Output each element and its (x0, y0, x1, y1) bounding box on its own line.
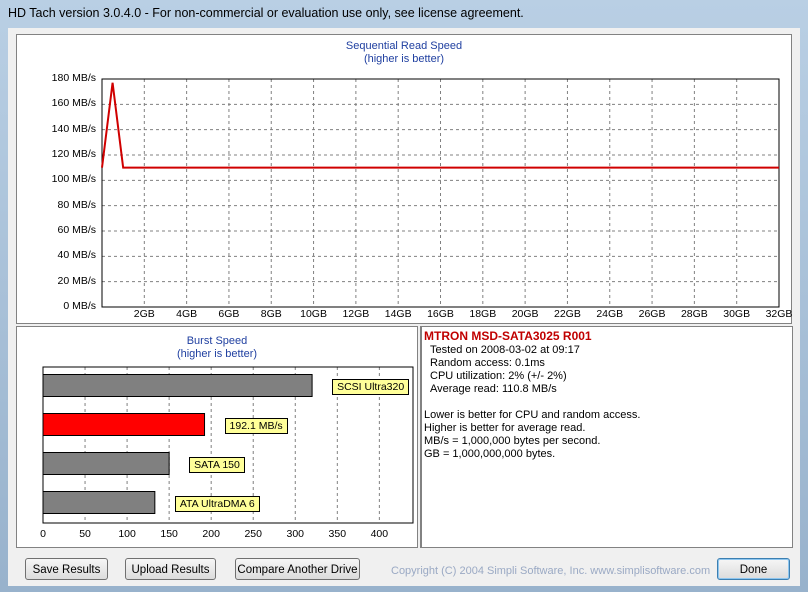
app-window: HD Tach version 3.0.4.0 - For non-commer… (0, 0, 808, 592)
random-access: Random access: 0.1ms (430, 357, 545, 369)
burst-x-tick: 350 (328, 528, 347, 540)
burst-x-tick: 150 (160, 528, 178, 540)
title-bar[interactable]: HD Tach version 3.0.4.0 - For non-commer… (0, 0, 808, 28)
burst-x-tick: 300 (286, 528, 305, 540)
average-read: Average read: 110.8 MB/s (430, 383, 557, 395)
burst-chart (42, 366, 414, 524)
compare-another-drive-button[interactable]: Compare Another Drive (235, 558, 360, 580)
done-button[interactable]: Done (717, 558, 790, 580)
burst-x-tick: 200 (202, 528, 220, 540)
copyright-text: Copyright (C) 2004 Simpli Software, Inc.… (391, 565, 711, 577)
burst-bar-label: 192.1 MB/s (224, 417, 288, 434)
burst-bar (42, 374, 313, 397)
sequential-read-panel: Sequential Read Speed (higher is better)… (16, 34, 792, 324)
save-results-button[interactable]: Save Results (25, 558, 108, 580)
burst-bar (42, 491, 156, 514)
burst-bar-label: SCSI Ultra320 (332, 378, 410, 395)
note-lower-better: Lower is better for CPU and random acces… (424, 409, 641, 421)
drive-name: MTRON MSD-SATA3025 R001 (424, 329, 592, 343)
burst-speed-panel: Burst Speed (higher is better) SCSI Ultr… (16, 326, 418, 548)
burst-x-tick: 100 (118, 528, 136, 540)
burst-bar (42, 413, 206, 436)
window-title: HD Tach version 3.0.4.0 - For non-commer… (8, 6, 524, 20)
tested-date: Tested on 2008-03-02 at 09:17 (430, 344, 580, 356)
results-info-panel: MTRON MSD-SATA3025 R001 Tested on 2008-0… (420, 326, 793, 548)
burst-x-tick: 50 (79, 528, 91, 540)
cpu-utilization: CPU utilization: 2% (+/- 2%) (430, 370, 567, 382)
burst-bar (42, 452, 170, 475)
note-mbs-definition: MB/s = 1,000,000 bytes per second. (424, 435, 601, 447)
burst-x-tick: 400 (370, 528, 389, 540)
burst-x-tick: 250 (244, 528, 262, 540)
note-higher-better: Higher is better for average read. (424, 422, 586, 434)
upload-results-button[interactable]: Upload Results (125, 558, 216, 580)
note-gb-definition: GB = 1,000,000,000 bytes. (424, 448, 556, 460)
burst-x-tick: 0 (40, 528, 46, 540)
sequential-chart (101, 78, 780, 308)
burst-bar-label: ATA UltraDMA 6 (174, 495, 260, 512)
client-area: Sequential Read Speed (higher is better)… (8, 28, 800, 586)
burst-bar-label: SATA 150 (189, 456, 245, 473)
